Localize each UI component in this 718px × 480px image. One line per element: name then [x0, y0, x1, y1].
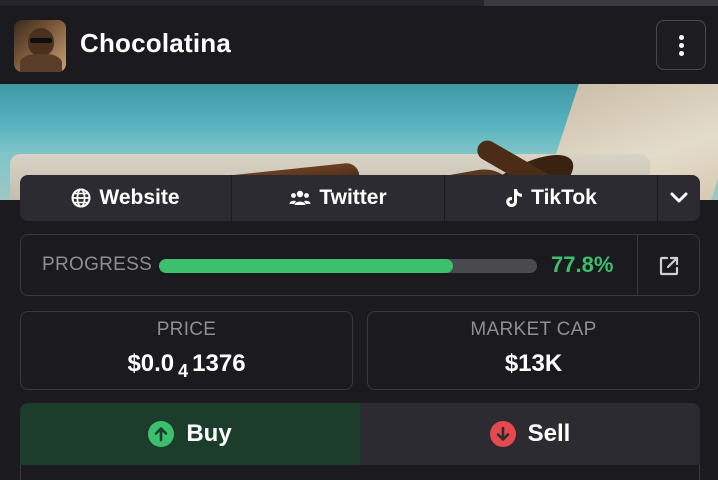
external-link-icon — [659, 256, 679, 276]
progress-label: PROGRESS — [42, 254, 153, 275]
tiktok-link-button[interactable]: TikTok — [445, 175, 658, 221]
avatar-body — [20, 54, 62, 72]
social-links-bar: Website Twitter TikTok — [20, 175, 700, 221]
website-link-button[interactable]: Website — [20, 175, 232, 221]
progress-percent: 77.8% — [551, 252, 614, 277]
twitter-link-button[interactable]: Twitter — [232, 175, 445, 221]
kebab-dot — [678, 42, 684, 48]
price-label: PRICE — [156, 319, 217, 340]
more-socials-button[interactable] — [658, 175, 700, 221]
trade-tabs: Buy Sell — [20, 403, 700, 465]
price-value-zero-count: 4 — [178, 361, 189, 381]
more-menu-button[interactable] — [656, 20, 706, 70]
sell-label: Sell — [527, 420, 571, 447]
progress-fill — [159, 259, 454, 273]
market-cap-card: MARKET CAP $13K — [367, 311, 700, 390]
kebab-vertical-icon — [678, 34, 684, 40]
tiktok-icon — [506, 189, 523, 207]
arrow-down-circle-icon — [489, 421, 516, 447]
avatar-glasses — [30, 38, 52, 43]
trade-panel — [20, 465, 700, 480]
progress-track — [159, 259, 537, 273]
price-value: $0.0 4 1376 — [21, 350, 352, 381]
chevron-down-icon — [670, 192, 688, 203]
price-value-digits: 1376 — [192, 350, 246, 377]
bonding-progress-card: PROGRESS 77.8% — [20, 234, 700, 296]
price-card: PRICE $0.0 4 1376 — [20, 311, 353, 390]
external-link-button[interactable] — [651, 251, 687, 281]
users-icon — [289, 190, 311, 205]
progress-divider — [637, 235, 638, 295]
buy-label: Buy — [186, 420, 232, 447]
token-title: Chocolatina — [80, 28, 231, 58]
market-cap-value: $13K — [504, 350, 563, 377]
twitter-label: Twitter — [319, 186, 387, 209]
arrow-up-circle-icon — [148, 421, 175, 447]
globe-icon — [71, 188, 91, 208]
buy-tab[interactable]: Buy — [20, 403, 360, 465]
token-avatar — [14, 20, 66, 72]
website-label: Website — [99, 186, 180, 209]
sell-tab[interactable]: Sell — [360, 403, 700, 465]
kebab-dot — [678, 50, 684, 56]
price-value-main: $0.0 — [127, 350, 175, 377]
header: Chocolatina — [0, 6, 718, 84]
tiktok-label: TikTok — [531, 186, 597, 209]
market-cap-label: MARKET CAP — [470, 319, 597, 340]
